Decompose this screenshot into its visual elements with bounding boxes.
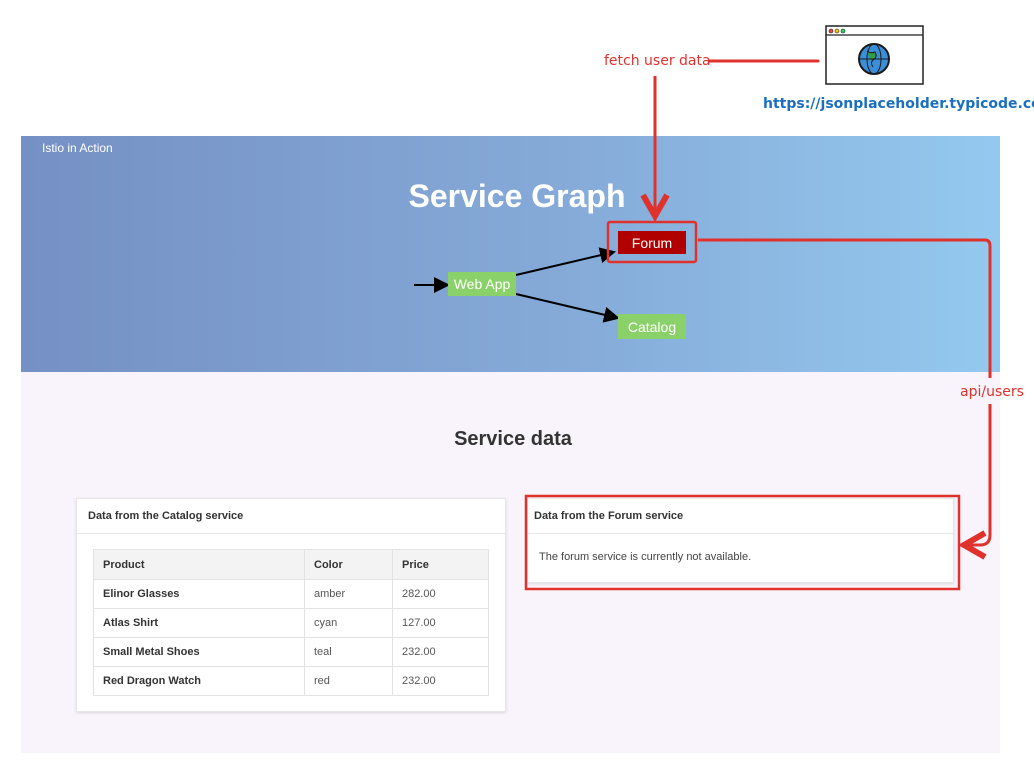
api-users-connector-lower	[964, 404, 992, 545]
annotation-overlay	[524, 59, 992, 591]
forum-card-highlight-box	[524, 494, 961, 591]
forum-highlight-box	[606, 220, 698, 264]
api-users-label: api/users	[960, 384, 1024, 400]
api-users-connector	[698, 238, 992, 378]
